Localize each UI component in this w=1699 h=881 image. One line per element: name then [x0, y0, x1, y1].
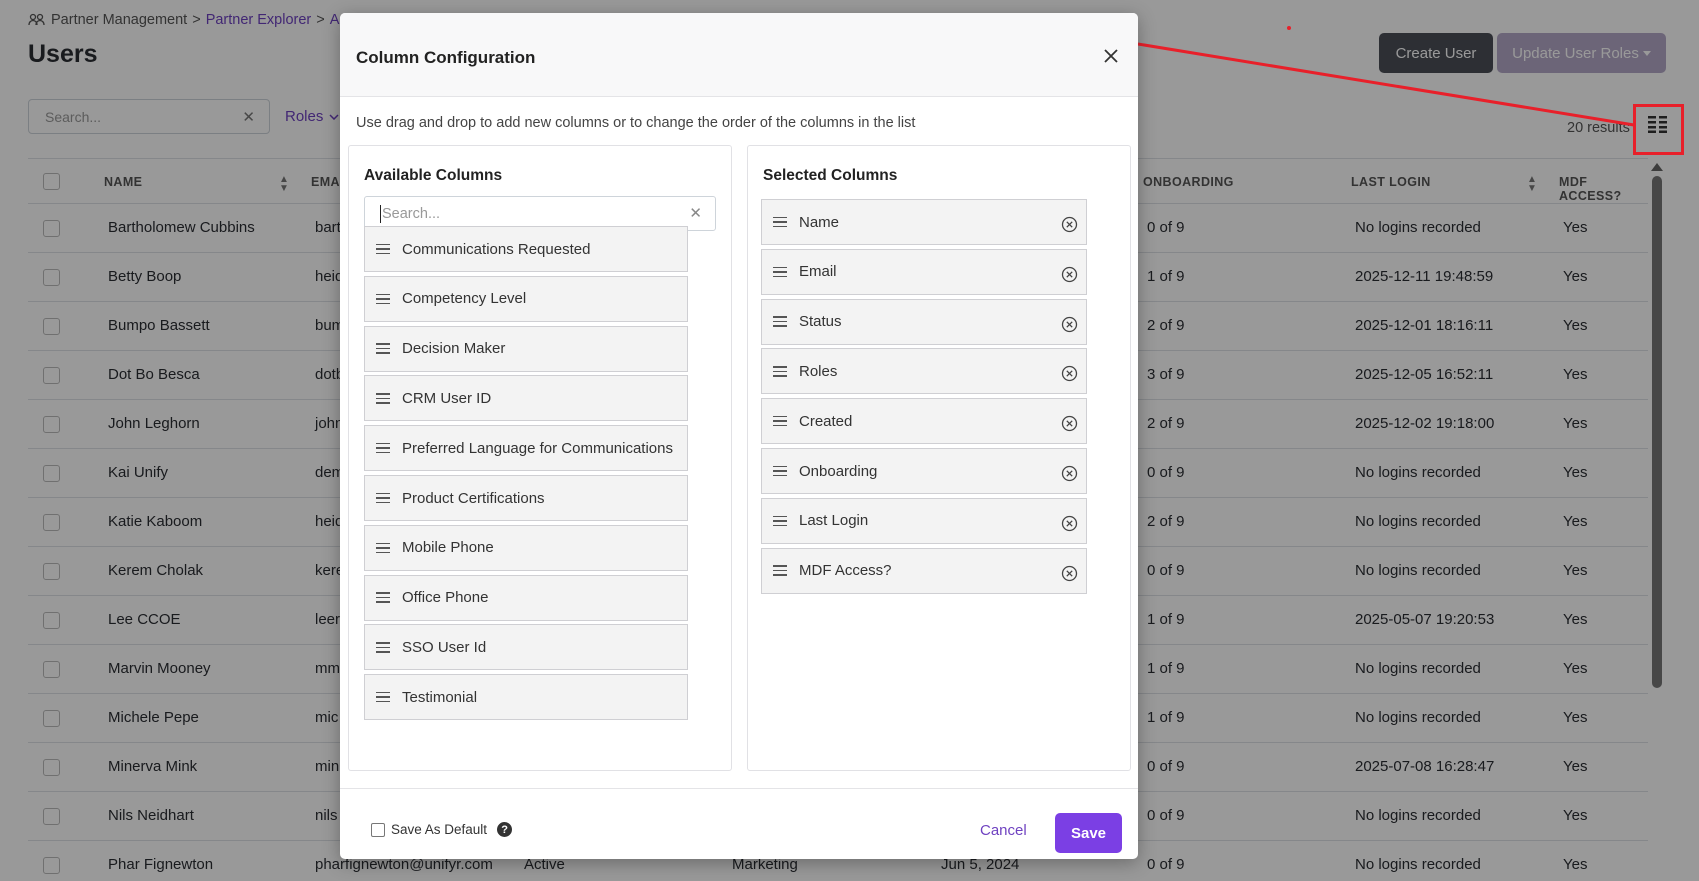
- available-column-item[interactable]: CRM User ID: [364, 375, 688, 422]
- help-icon[interactable]: ?: [497, 822, 513, 837]
- available-column-item[interactable]: Testimonial: [364, 674, 688, 721]
- drag-handle-icon[interactable]: [376, 492, 390, 504]
- drag-handle-icon[interactable]: [376, 393, 390, 404]
- drag-handle-icon[interactable]: [773, 465, 787, 477]
- remove-circle-x-icon[interactable]: [1061, 565, 1078, 582]
- modal-footer: Save As Default ? Cancel Save: [340, 788, 1138, 859]
- drag-handle-icon[interactable]: [376, 343, 390, 354]
- selected-column-label: Roles: [799, 362, 838, 380]
- drag-handle-icon[interactable]: [773, 415, 787, 427]
- selected-column-item[interactable]: Created: [761, 398, 1087, 445]
- selected-column-item[interactable]: Status: [761, 298, 1087, 345]
- remove-circle-x-icon[interactable]: [1061, 316, 1078, 333]
- available-column-item[interactable]: Mobile Phone: [364, 524, 688, 571]
- available-column-label: Preferred Language for Communications: [402, 439, 673, 457]
- drag-handle-icon[interactable]: [773, 216, 787, 228]
- selected-column-label: Last Login: [799, 512, 869, 530]
- selected-column-label: Created: [799, 412, 853, 430]
- available-column-label: CRM User ID: [402, 389, 492, 407]
- available-column-item[interactable]: SSO User Id: [364, 624, 688, 671]
- available-column-label: SSO User Id: [402, 638, 487, 656]
- remove-circle-x-icon[interactable]: [1061, 515, 1078, 532]
- save-button[interactable]: Save: [1055, 813, 1122, 853]
- selected-column-label: Onboarding: [799, 462, 878, 480]
- column-configuration-modal: Column Configuration Use drag and drop t…: [340, 13, 1138, 859]
- selected-column-item[interactable]: Email: [761, 248, 1087, 295]
- modal-instructions: Use drag and drop to add new columns or …: [356, 115, 916, 131]
- annotation-highlight-box: [1633, 104, 1684, 155]
- remove-circle-x-icon[interactable]: [1061, 465, 1078, 482]
- annotation-dot: [1287, 26, 1291, 30]
- drag-handle-icon[interactable]: [773, 266, 787, 278]
- remove-circle-x-icon[interactable]: [1061, 365, 1078, 382]
- modal-header: Column Configuration: [340, 13, 1138, 97]
- available-column-item[interactable]: Office Phone: [364, 574, 688, 621]
- remove-circle-x-icon[interactable]: [1061, 415, 1078, 432]
- available-column-label: Competency Level: [402, 290, 527, 308]
- drag-handle-icon[interactable]: [773, 515, 787, 527]
- available-column-item[interactable]: Product Certifications: [364, 475, 688, 521]
- selected-columns-title: Selected Columns: [763, 167, 898, 184]
- drag-handle-icon[interactable]: [376, 243, 390, 255]
- available-column-item[interactable]: Preferred Language for Communications: [364, 425, 688, 472]
- modal-title: Column Configuration: [356, 48, 536, 67]
- drag-handle-icon[interactable]: [773, 316, 787, 327]
- available-columns-search-placeholder: Search...: [382, 206, 441, 222]
- available-column-label: Testimonial: [402, 688, 478, 706]
- drag-handle-icon[interactable]: [376, 293, 390, 305]
- available-columns-title: Available Columns: [364, 167, 503, 184]
- drag-handle-icon[interactable]: [376, 542, 390, 554]
- save-as-default-option[interactable]: Save As Default ?: [371, 822, 513, 837]
- available-column-label: Office Phone: [402, 589, 489, 607]
- selected-column-item[interactable]: Name: [761, 199, 1087, 245]
- remove-circle-x-icon[interactable]: [1061, 266, 1078, 283]
- drag-handle-icon[interactable]: [376, 592, 390, 603]
- selected-column-label: Name: [799, 213, 840, 231]
- selected-column-label: Email: [799, 263, 837, 281]
- selected-column-item[interactable]: MDF Access?: [761, 547, 1087, 594]
- selected-column-item[interactable]: Onboarding: [761, 448, 1087, 494]
- available-column-label: Mobile Phone: [402, 539, 494, 557]
- cancel-button[interactable]: Cancel: [980, 822, 1027, 839]
- close-icon[interactable]: [1098, 43, 1124, 69]
- available-column-item[interactable]: Decision Maker: [364, 325, 688, 372]
- available-column-label: Product Certifications: [402, 489, 545, 507]
- selected-column-item[interactable]: Roles: [761, 348, 1087, 395]
- available-column-item[interactable]: Communications Requested: [364, 226, 688, 272]
- available-column-item[interactable]: Competency Level: [364, 275, 688, 322]
- selected-columns-panel: Selected Columns Name Email Status Roles Cre…: [747, 145, 1131, 771]
- remove-circle-x-icon[interactable]: [1061, 216, 1078, 233]
- clear-search-icon[interactable]: ✕: [689, 204, 702, 222]
- selected-column-label: MDF Access?: [799, 562, 892, 580]
- available-column-label: Decision Maker: [402, 340, 506, 358]
- text-cursor: [380, 205, 381, 223]
- drag-handle-icon[interactable]: [376, 442, 390, 454]
- selected-column-item[interactable]: Last Login: [761, 497, 1087, 544]
- drag-handle-icon[interactable]: [773, 366, 787, 377]
- drag-handle-icon[interactable]: [376, 642, 390, 653]
- selected-column-label: Status: [799, 313, 842, 331]
- save-as-default-checkbox[interactable]: [371, 822, 385, 837]
- drag-handle-icon[interactable]: [773, 565, 787, 576]
- available-column-label: Communications Requested: [402, 240, 591, 258]
- drag-handle-icon[interactable]: [376, 691, 390, 703]
- available-columns-panel: Available Columns Search... ✕ Communicat…: [348, 145, 732, 771]
- save-as-default-label: Save As Default: [391, 822, 488, 837]
